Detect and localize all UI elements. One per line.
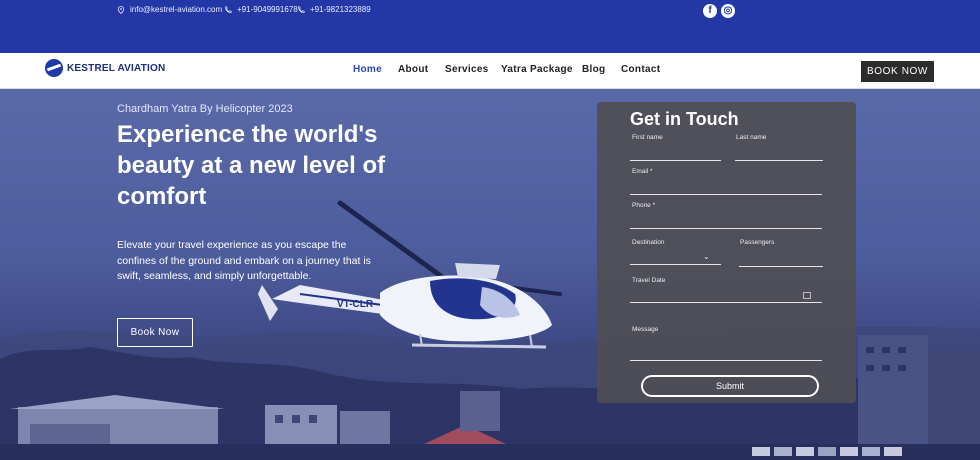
submit-button[interactable]: Submit [641,375,819,397]
hero-subtitle: Chardham Yatra By Helicopter 2023 [117,103,293,115]
nav-home[interactable]: Home [353,64,382,75]
instagram-icon: ◎ [723,5,733,16]
phone-label: Phone * [632,202,656,209]
passengers-label: Passengers [740,239,775,246]
email-contact[interactable]: info@kestrel-aviation.com [117,5,222,14]
facebook-link[interactable]: f [703,4,717,18]
last-name-label: Last name [736,134,767,141]
book-now-nav-button[interactable]: BOOK NOW [861,61,934,82]
destination-select[interactable] [630,264,721,265]
phone-input[interactable] [630,228,822,229]
phone-icon [225,5,232,13]
contact-form: Get in Touch First name Last name Email … [597,102,856,403]
facebook-icon: f [708,5,712,16]
kestrel-logo-icon [45,59,63,77]
message-textarea[interactable] [630,360,822,361]
instagram-link[interactable]: ◎ [721,4,735,18]
email-label: Email * [632,168,653,175]
email-text: info@kestrel-aviation.com [130,5,223,14]
phone-contact-2[interactable]: +91-9821323889 [297,5,371,14]
passengers-input[interactable] [739,266,823,267]
nav-contact[interactable]: Contact [621,64,660,75]
hero-book-now-button[interactable]: Book Now [117,318,193,347]
message-label: Message [632,326,659,333]
first-name-label: First name [632,134,663,141]
nav-blog[interactable]: Blog [582,64,605,75]
top-contact-bar: info@kestrel-aviation.com +91-9049991678… [0,0,980,53]
helicopter-registration: VT-CLR [337,299,374,310]
chevron-down-icon[interactable]: ⌄ [703,252,710,261]
first-name-input[interactable] [630,160,721,161]
travel-date-label: Travel Date [632,277,666,284]
email-input[interactable] [630,194,822,195]
form-title: Get in Touch [630,109,739,129]
main-navbar: KESTREL AVIATION Home About Services Yat… [0,53,980,89]
travel-date-input[interactable] [630,302,822,303]
phone-text-1: +91-9049991678 [237,5,298,14]
nav-yatra-package[interactable]: Yatra Package [501,64,573,75]
phone-contact-1[interactable]: +91-9049991678 [224,5,298,14]
last-name-input[interactable] [735,160,823,161]
brand-logo[interactable]: KESTREL AVIATION [45,59,165,77]
destination-label: Destination [632,239,665,246]
brand-name: KESTREL AVIATION [67,62,166,74]
hero-title: Experience the world's beauty at a new l… [117,121,386,210]
nav-services[interactable]: Services [445,64,489,75]
hero-description: Elevate your travel experience as you es… [117,239,371,282]
calendar-icon[interactable] [803,292,811,299]
location-icon [117,5,125,14]
phone-text-2: +91-9821323889 [310,5,371,14]
phone-icon [298,5,305,13]
nav-about[interactable]: About [398,64,428,75]
